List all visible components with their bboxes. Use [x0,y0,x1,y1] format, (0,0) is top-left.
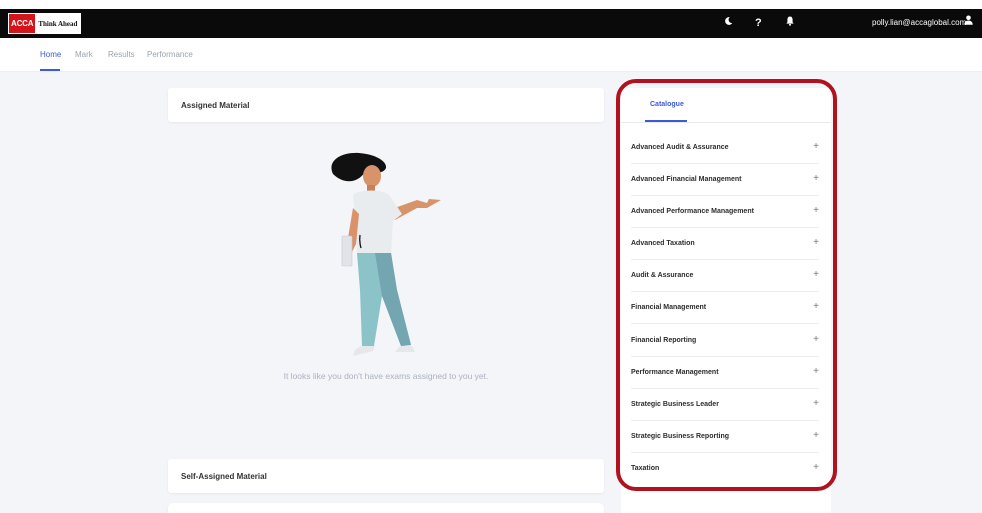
logo-tagline: Think Ahead [35,14,81,33]
tab-results[interactable]: Results [108,50,135,59]
moon-icon[interactable] [724,16,733,30]
catalogue-item-strategic-business-leader[interactable]: Strategic Business Leader + [631,389,819,421]
catalogue-item-taxation[interactable]: Taxation + [631,453,819,485]
catalogue-item-label: Advanced Performance Management [631,208,754,215]
expand-icon[interactable]: + [813,301,819,312]
tab-catalogue[interactable]: Catalogue [650,101,684,108]
catalogue-item-advanced-financial-management[interactable]: Advanced Financial Management + [631,164,819,196]
expand-icon[interactable]: + [813,237,819,248]
main-nav: Home Mark Results Performance [0,38,982,72]
expand-icon[interactable]: + [813,334,819,345]
self-assigned-material-card: Self-Assigned Material [168,459,604,493]
catalogue-item-strategic-business-reporting[interactable]: Strategic Business Reporting + [631,421,819,453]
tab-home[interactable]: Home [40,50,61,59]
help-icon[interactable]: ? [755,16,762,30]
logo-acca-text: ACCA [9,14,36,33]
catalogue-item-label: Financial Management [631,304,707,311]
top-bar: ACCA Think Ahead ? polly.lian@accaglobal… [0,9,982,38]
main-content [0,72,982,513]
expand-icon[interactable]: + [813,205,819,216]
expand-icon[interactable]: + [813,462,819,473]
catalogue-item-label: Financial Reporting [631,337,697,344]
assigned-material-card: Assigned Material [168,88,604,122]
catalogue-item-label: Advanced Financial Management [631,176,742,183]
expand-icon[interactable]: + [813,366,819,377]
empty-state-message: It looks like you don't have exams assig… [283,371,489,381]
catalogue-item-label: Taxation [631,465,660,472]
self-assigned-content-card [168,503,604,513]
catalogue-item-advanced-taxation[interactable]: Advanced Taxation + [631,228,819,260]
catalogue-item-advanced-performance-management[interactable]: Advanced Performance Management + [631,196,819,228]
user-icon[interactable] [964,15,973,28]
tab-performance[interactable]: Performance [147,50,193,59]
empty-state-illustration [331,152,441,356]
expand-icon[interactable]: + [813,141,819,152]
catalogue-item-label: Strategic Business Reporting [631,433,730,440]
catalogue-item-label: Strategic Business Leader [631,401,719,408]
self-assigned-material-title: Self-Assigned Material [181,472,267,481]
expand-icon[interactable]: + [813,173,819,184]
catalogue-item-label: Performance Management [631,369,719,376]
user-email[interactable]: polly.lian@accaglobal.com [872,17,966,29]
tab-mark[interactable]: Mark [75,50,93,59]
catalogue-divider [621,122,831,123]
expand-icon[interactable]: + [813,430,819,441]
catalogue-item-financial-management[interactable]: Financial Management + [631,292,819,324]
catalogue-item-advanced-audit-assurance[interactable]: Advanced Audit & Assurance + [631,132,819,164]
catalogue-item-label: Audit & Assurance [631,272,694,279]
expand-icon[interactable]: + [813,269,819,280]
acca-logo[interactable]: ACCA Think Ahead [8,13,82,34]
active-tab-indicator [40,69,60,71]
catalogue-item-financial-reporting[interactable]: Financial Reporting + [631,325,819,357]
catalogue-item-label: Advanced Audit & Assurance [631,144,729,151]
bell-icon[interactable] [786,16,794,30]
catalogue-item-audit-assurance[interactable]: Audit & Assurance + [631,260,819,292]
catalogue-item-performance-management[interactable]: Performance Management + [631,357,819,389]
catalogue-item-label: Advanced Taxation [631,240,695,247]
expand-icon[interactable]: + [813,398,819,409]
assigned-material-title: Assigned Material [181,101,250,110]
